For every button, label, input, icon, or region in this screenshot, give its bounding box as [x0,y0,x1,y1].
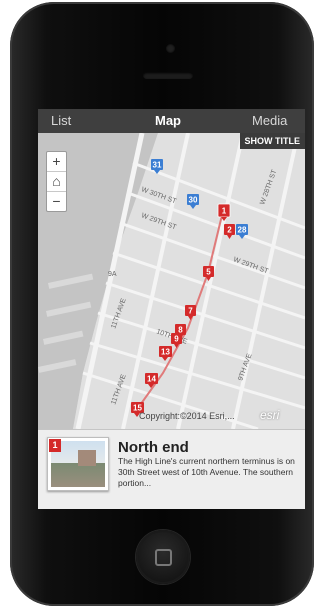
feature-number-badge: 1 [49,439,61,452]
marker-label: 28 [238,226,247,235]
map-copyright: Copyright:©2014 Esri,... [139,411,235,421]
zoom-control: + ⌂ − [46,151,67,212]
marker-label: 31 [153,161,162,170]
app-screen: List Map Media W 30TH ST W 29TH ST W 29T… [38,109,305,509]
map-canvas: W 30TH ST W 29TH ST W 29TH ST 11TH AVE 1… [38,133,305,429]
show-title-button[interactable]: SHOW TITLE [239,133,305,149]
zoom-out-button[interactable]: − [47,192,66,211]
tab-media[interactable]: Media [252,113,287,128]
tab-map[interactable]: Map [155,113,181,128]
marker-label: 13 [161,348,170,357]
marker-label: 1 [222,207,227,216]
earpiece-speaker [143,72,193,79]
marker-label: 30 [189,196,198,205]
marker-label: 2 [227,226,232,235]
street-label: 9A [108,271,117,278]
home-extent-button[interactable]: ⌂ [47,172,66,192]
front-camera [166,44,175,53]
zoom-in-button[interactable]: + [47,152,66,172]
feature-thumbnail[interactable]: 1 [47,437,109,491]
home-button[interactable] [136,530,190,584]
thumbnail-ground [51,463,105,487]
marker-label: 5 [206,268,211,277]
map-view[interactable]: W 30TH ST W 29TH ST W 29TH ST 11TH AVE 1… [38,133,305,429]
home-button-icon [155,549,172,566]
feature-description: The High Line's current northern terminu… [118,456,295,488]
feature-card[interactable]: 1 North end The High Line's current nort… [38,429,305,509]
marker-label: 14 [147,375,156,384]
marker-label: 9 [174,335,179,344]
phone-frame: List Map Media W 30TH ST W 29TH ST W 29T… [10,2,314,606]
marker-label: 7 [188,307,193,316]
feature-title: North end [118,439,189,456]
esri-logo: esri [260,408,280,422]
tab-list[interactable]: List [51,113,71,128]
thumbnail-building [78,450,96,466]
tab-bar: List Map Media [38,109,305,133]
